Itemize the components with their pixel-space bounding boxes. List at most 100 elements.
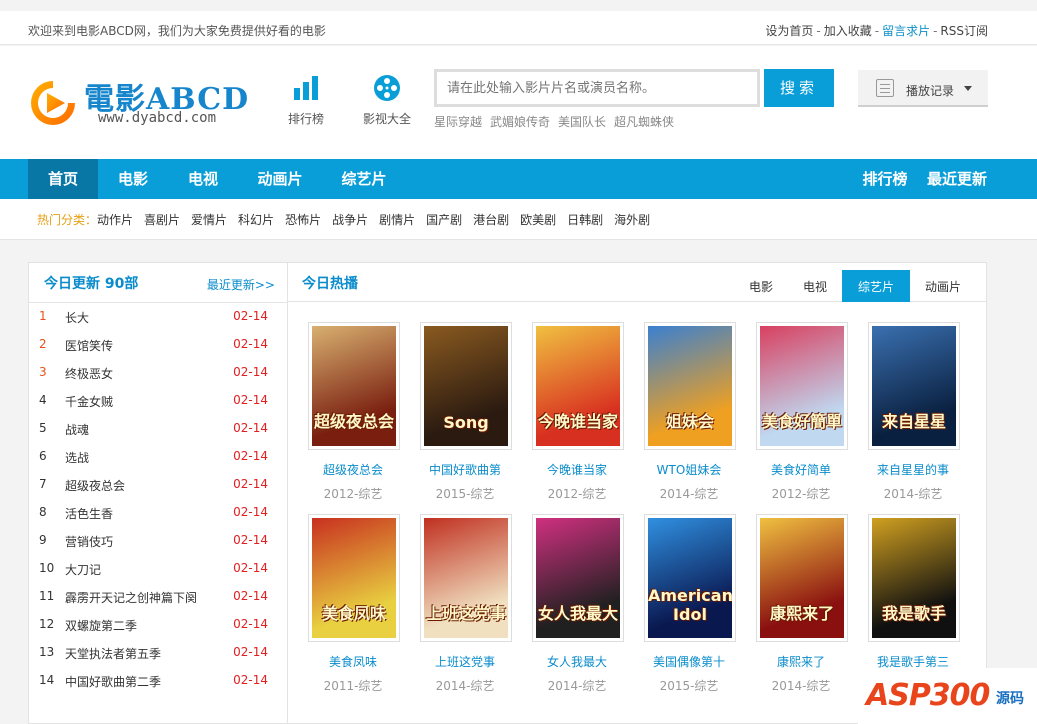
show-poster[interactable]: 来自星星	[868, 322, 960, 450]
show-card[interactable]: 今晚谁当家 今晚谁当家 2012-综艺	[522, 322, 632, 512]
show-name[interactable]: 双螺旋第二季	[65, 617, 137, 634]
nav-item-ranking[interactable]: 排行榜	[852, 159, 918, 199]
list-item[interactable]: 14 中国好歌曲第二季 02-14	[29, 667, 287, 695]
category-link[interactable]: 港台剧	[473, 213, 509, 227]
rss-link[interactable]: RSS订阅	[940, 24, 988, 38]
category-link[interactable]: 海外剧	[614, 213, 650, 227]
show-name[interactable]: 霹雳开天记之创神篇下阕	[65, 589, 197, 606]
show-poster[interactable]: 上班这党事	[420, 514, 512, 642]
show-name[interactable]: 活色生香	[65, 505, 113, 522]
show-poster[interactable]: 康熙来了	[756, 514, 848, 642]
show-poster[interactable]: 美食凤味	[308, 514, 400, 642]
list-item[interactable]: 6 选战 02-14	[29, 443, 287, 471]
ranking-shortcut[interactable]: 排行榜	[276, 74, 336, 127]
nav-item-variety[interactable]: 综艺片	[322, 159, 406, 199]
show-title[interactable]: WTO姐妹会	[634, 461, 744, 478]
show-poster[interactable]: 我是歌手	[868, 514, 960, 642]
show-card[interactable]: 上班这党事 上班这党事 2014-综艺	[410, 514, 520, 704]
show-title[interactable]: 康熙来了	[746, 653, 856, 670]
list-item[interactable]: 8 活色生香 02-14	[29, 499, 287, 527]
show-card[interactable]: 美食凤味 美食凤味 2011-综艺	[298, 514, 408, 704]
list-item[interactable]: 12 双螺旋第二季 02-14	[29, 611, 287, 639]
nav-item-anime[interactable]: 动画片	[238, 159, 322, 199]
hot-word[interactable]: 美国队长	[558, 115, 606, 129]
add-favorite-link[interactable]: 加入收藏	[824, 24, 872, 38]
nav-item-tv[interactable]: 电视	[168, 159, 238, 199]
category-link[interactable]: 动作片	[97, 213, 133, 227]
category-link[interactable]: 剧情片	[379, 213, 415, 227]
nav-item-movies[interactable]: 电影	[98, 159, 168, 199]
show-poster[interactable]: 姐妹会	[644, 322, 736, 450]
list-item[interactable]: 7 超级夜总会 02-14	[29, 471, 287, 499]
show-card[interactable]: 女人我最大 女人我最大 2014-综艺	[522, 514, 632, 704]
list-item[interactable]: 2 医馆笑传 02-14	[29, 331, 287, 359]
show-card[interactable]: 康熙来了 康熙来了 2014-综艺	[746, 514, 856, 704]
list-item[interactable]: 3 终极恶女 02-14	[29, 359, 287, 387]
list-item[interactable]: 1 长大 02-14	[29, 303, 287, 331]
show-title[interactable]: 上班这党事	[410, 653, 520, 670]
category-link[interactable]: 战争片	[332, 213, 368, 227]
show-card[interactable]: 美食好簡單 美食好简单 2012-综艺	[746, 322, 856, 512]
nav-item-latest[interactable]: 最近更新	[922, 159, 992, 199]
tab-variety[interactable]: 综艺片	[842, 270, 910, 302]
category-link[interactable]: 恐怖片	[285, 213, 321, 227]
show-title[interactable]: 美食好简单	[746, 461, 856, 478]
category-link[interactable]: 日韩剧	[567, 213, 603, 227]
show-name[interactable]: 选战	[65, 449, 89, 466]
catalog-shortcut[interactable]: 影视大全	[357, 74, 417, 127]
show-name[interactable]: 中国好歌曲第二季	[65, 673, 161, 690]
show-card[interactable]: 姐妹会 WTO姐妹会 2014-综艺	[634, 322, 744, 512]
category-link[interactable]: 科幻片	[238, 213, 274, 227]
show-name[interactable]: 千金女贼	[65, 393, 113, 410]
show-poster[interactable]: 美食好簡單	[756, 322, 848, 450]
category-link[interactable]: 喜剧片	[144, 213, 180, 227]
show-title[interactable]: 美国偶像第十	[634, 653, 744, 670]
category-link[interactable]: 国产剧	[426, 213, 462, 227]
show-name[interactable]: 战魂	[65, 421, 89, 438]
show-card[interactable]: 来自星星 来自星星的事 2014-综艺	[858, 322, 968, 512]
list-item[interactable]: 9 营销伎巧 02-14	[29, 527, 287, 555]
tab-tv[interactable]: 电视	[788, 270, 842, 302]
hot-word[interactable]: 星际穿越	[434, 115, 482, 129]
site-logo[interactable]: 電影ABCD www.dyabcd.com	[28, 72, 248, 128]
list-item[interactable]: 4 千金女贼 02-14	[29, 387, 287, 415]
show-title[interactable]: 女人我最大	[522, 653, 632, 670]
show-name[interactable]: 营销伎巧	[65, 533, 113, 550]
show-name[interactable]: 超级夜总会	[65, 477, 125, 494]
show-name[interactable]: 医馆笑传	[65, 337, 113, 354]
list-item[interactable]: 5 战魂 02-14	[29, 415, 287, 443]
list-item[interactable]: 11 霹雳开天记之创神篇下阕 02-14	[29, 583, 287, 611]
show-title[interactable]: 中国好歌曲第	[410, 461, 520, 478]
play-history-button[interactable]: 播放记录	[858, 70, 988, 107]
show-poster[interactable]: Song	[420, 322, 512, 450]
search-button[interactable]: 搜索	[764, 69, 834, 107]
show-name[interactable]: 长大	[65, 309, 89, 326]
show-title[interactable]: 美食凤味	[298, 653, 408, 670]
show-name[interactable]: 大刀记	[65, 561, 101, 578]
list-item[interactable]: 13 天堂执法者第五季 02-14	[29, 639, 287, 667]
show-poster[interactable]: 女人我最大	[532, 514, 624, 642]
request-movie-link[interactable]: 留言求片	[882, 24, 930, 38]
list-item[interactable]: 10 大刀记 02-14	[29, 555, 287, 583]
recent-update-link[interactable]: 最近更新>>	[207, 276, 275, 293]
tab-movies[interactable]: 电影	[734, 270, 788, 302]
category-link[interactable]: 爱情片	[191, 213, 227, 227]
show-poster[interactable]: American Idol	[644, 514, 736, 642]
category-link[interactable]: 欧美剧	[520, 213, 556, 227]
nav-item-home[interactable]: 首页	[28, 159, 98, 199]
show-title[interactable]: 来自星星的事	[858, 461, 968, 478]
show-title[interactable]: 超级夜总会	[298, 461, 408, 478]
show-card[interactable]: American Idol 美国偶像第十 2015-综艺	[634, 514, 744, 704]
show-poster[interactable]: 今晚谁当家	[532, 322, 624, 450]
hot-word[interactable]: 武媚娘传奇	[490, 115, 550, 129]
search-input[interactable]	[437, 72, 757, 104]
tab-anime[interactable]: 动画片	[910, 270, 976, 302]
show-name[interactable]: 天堂执法者第五季	[65, 645, 161, 662]
show-card[interactable]: 超级夜总会 超级夜总会 2012-综艺	[298, 322, 408, 512]
set-homepage-link[interactable]: 设为首页	[765, 24, 813, 38]
hot-word[interactable]: 超凡蜘蛛侠	[614, 115, 674, 129]
show-poster[interactable]: 超级夜总会	[308, 322, 400, 450]
show-title[interactable]: 今晚谁当家	[522, 461, 632, 478]
show-name[interactable]: 终极恶女	[65, 365, 113, 382]
show-card[interactable]: Song 中国好歌曲第 2015-综艺	[410, 322, 520, 512]
